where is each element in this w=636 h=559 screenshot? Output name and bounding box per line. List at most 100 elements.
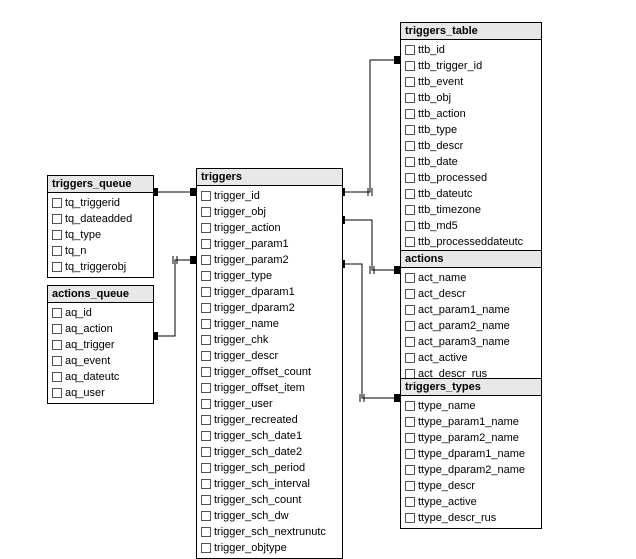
field-label: trigger_descr: [214, 349, 278, 363]
field-label: trigger_id: [214, 189, 260, 203]
field-icon: [405, 289, 415, 299]
field-row[interactable]: tq_triggerid: [48, 195, 153, 211]
field-row[interactable]: trigger_sch_interval: [197, 476, 342, 492]
field-row[interactable]: act_param1_name: [401, 302, 541, 318]
field-icon: [405, 401, 415, 411]
field-row[interactable]: trigger_obj: [197, 204, 342, 220]
field-row[interactable]: trigger_offset_count: [197, 364, 342, 380]
field-row[interactable]: tq_dateadded: [48, 211, 153, 227]
field-icon: [405, 109, 415, 119]
entity-actions-queue[interactable]: actions_queue aq_id aq_action aq_trigger…: [47, 285, 154, 404]
field-row[interactable]: ttb_descr: [401, 138, 541, 154]
entity-header: triggers_queue: [48, 176, 153, 193]
field-row[interactable]: trigger_param2: [197, 252, 342, 268]
field-row[interactable]: trigger_sch_date1: [197, 428, 342, 444]
field-label: trigger_type: [214, 269, 272, 283]
field-row[interactable]: ttype_active: [401, 494, 541, 510]
field-icon: [201, 207, 211, 217]
field-row[interactable]: ttb_dateutc: [401, 186, 541, 202]
field-row[interactable]: ttb_md5: [401, 218, 541, 234]
field-icon: [52, 246, 62, 256]
field-row[interactable]: trigger_offset_item: [197, 380, 342, 396]
field-row[interactable]: trigger_sch_count: [197, 492, 342, 508]
field-row[interactable]: ttype_descr: [401, 478, 541, 494]
entity-triggers[interactable]: triggers trigger_id trigger_obj trigger_…: [196, 168, 343, 559]
field-row[interactable]: trigger_name: [197, 316, 342, 332]
field-label: tq_triggerobj: [65, 260, 126, 274]
field-row[interactable]: aq_user: [48, 385, 153, 401]
field-row[interactable]: ttb_action: [401, 106, 541, 122]
field-row[interactable]: tq_n: [48, 243, 153, 259]
field-row[interactable]: aq_action: [48, 321, 153, 337]
field-row[interactable]: act_name: [401, 270, 541, 286]
entity-header: triggers: [197, 169, 342, 186]
field-row[interactable]: ttype_descr_rus: [401, 510, 541, 526]
field-row[interactable]: trigger_type: [197, 268, 342, 284]
field-icon: [52, 198, 62, 208]
field-row[interactable]: ttb_processed: [401, 170, 541, 186]
field-row[interactable]: ttb_timezone: [401, 202, 541, 218]
field-row[interactable]: ttype_dparam2_name: [401, 462, 541, 478]
field-icon: [405, 353, 415, 363]
field-row[interactable]: trigger_param1: [197, 236, 342, 252]
field-row[interactable]: trigger_sch_nextrunutc: [197, 524, 342, 540]
field-row[interactable]: ttype_name: [401, 398, 541, 414]
field-list: ttb_id ttb_trigger_id ttb_event ttb_obj …: [401, 40, 541, 252]
field-row[interactable]: ttb_event: [401, 74, 541, 90]
field-row[interactable]: act_active: [401, 350, 541, 366]
field-row[interactable]: trigger_objtype: [197, 540, 342, 556]
field-row[interactable]: ttb_trigger_id: [401, 58, 541, 74]
field-label: ttb_processed: [418, 171, 487, 185]
field-icon: [52, 324, 62, 334]
field-row[interactable]: ttb_id: [401, 42, 541, 58]
field-icon: [405, 417, 415, 427]
entity-triggers-types[interactable]: triggers_types ttype_name ttype_param1_n…: [400, 378, 542, 529]
field-label: ttype_descr_rus: [418, 511, 496, 525]
field-row[interactable]: trigger_user: [197, 396, 342, 412]
field-row[interactable]: act_param2_name: [401, 318, 541, 334]
field-icon: [405, 125, 415, 135]
field-icon: [405, 305, 415, 315]
field-label: ttb_action: [418, 107, 466, 121]
field-label: ttb_dateutc: [418, 187, 472, 201]
field-row[interactable]: aq_id: [48, 305, 153, 321]
field-label: trigger_param2: [214, 253, 289, 267]
field-label: ttb_date: [418, 155, 458, 169]
entity-triggers-table[interactable]: triggers_table ttb_id ttb_trigger_id ttb…: [400, 22, 542, 253]
field-row[interactable]: trigger_chk: [197, 332, 342, 348]
field-row[interactable]: trigger_id: [197, 188, 342, 204]
field-row[interactable]: aq_trigger: [48, 337, 153, 353]
field-icon: [405, 61, 415, 71]
field-row[interactable]: tq_type: [48, 227, 153, 243]
field-row[interactable]: trigger_sch_date2: [197, 444, 342, 460]
field-row[interactable]: ttb_date: [401, 154, 541, 170]
field-row[interactable]: aq_dateutc: [48, 369, 153, 385]
field-row[interactable]: trigger_descr: [197, 348, 342, 364]
field-row[interactable]: trigger_dparam1: [197, 284, 342, 300]
field-label: trigger_sch_dw: [214, 509, 289, 523]
field-label: ttb_processeddateutc: [418, 235, 523, 249]
field-row[interactable]: trigger_recreated: [197, 412, 342, 428]
field-row[interactable]: ttype_param2_name: [401, 430, 541, 446]
field-row[interactable]: trigger_dparam2: [197, 300, 342, 316]
field-row[interactable]: aq_event: [48, 353, 153, 369]
field-icon: [201, 255, 211, 265]
entity-header: actions_queue: [48, 286, 153, 303]
field-row[interactable]: ttb_obj: [401, 90, 541, 106]
field-label: trigger_sch_date2: [214, 445, 302, 459]
field-row[interactable]: ttb_processeddateutc: [401, 234, 541, 250]
field-row[interactable]: tq_triggerobj: [48, 259, 153, 275]
field-row[interactable]: act_param3_name: [401, 334, 541, 350]
field-label: trigger_name: [214, 317, 279, 331]
field-row[interactable]: trigger_sch_period: [197, 460, 342, 476]
field-label: ttb_descr: [418, 139, 463, 153]
field-row[interactable]: ttb_type: [401, 122, 541, 138]
field-icon: [201, 271, 211, 281]
entity-triggers-queue[interactable]: triggers_queue tq_triggerid tq_dateadded…: [47, 175, 154, 278]
field-row[interactable]: ttype_dparam1_name: [401, 446, 541, 462]
entity-actions[interactable]: actions act_name act_descr act_param1_na…: [400, 250, 542, 385]
field-label: ttype_param2_name: [418, 431, 519, 445]
field-row[interactable]: ttype_param1_name: [401, 414, 541, 430]
field-row[interactable]: act_descr: [401, 286, 541, 302]
field-row[interactable]: trigger_action: [197, 220, 342, 236]
